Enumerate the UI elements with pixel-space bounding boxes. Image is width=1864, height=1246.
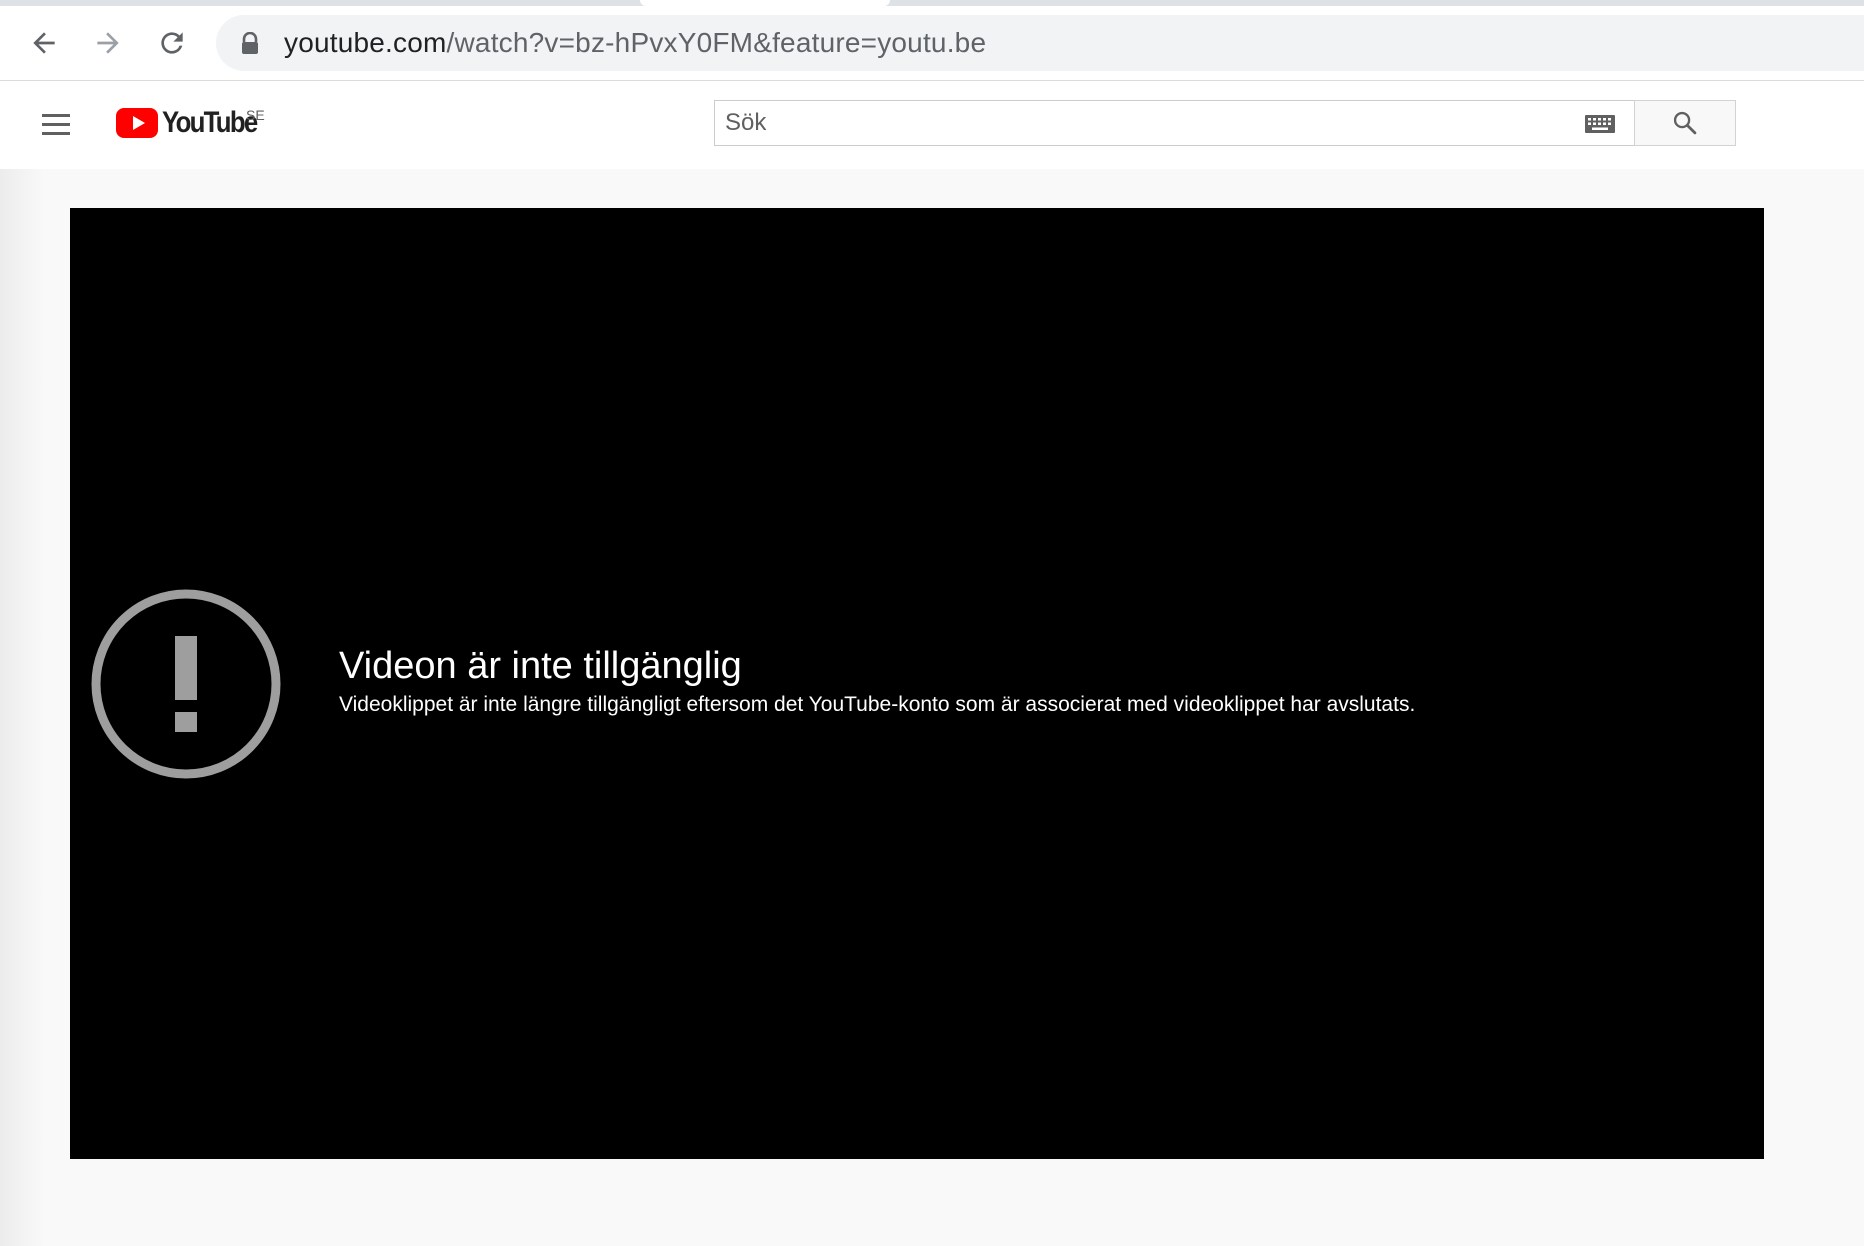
lock-icon — [242, 32, 258, 54]
forward-button[interactable] — [88, 23, 128, 63]
logo-text: YouTube — [162, 106, 258, 139]
url-path: /watch?v=bz-hPvxY0FM&feature=youtu.be — [446, 27, 987, 58]
search-icon — [1673, 111, 1697, 135]
reload-button[interactable] — [152, 23, 192, 63]
error-message: Videoklippet är inte längre tillgängligt… — [339, 693, 1416, 716]
error-title: Videon är inte tillgänglig — [339, 645, 742, 687]
exclamation-circle-icon — [91, 589, 281, 779]
youtube-header: YouTube SE — [0, 81, 1864, 169]
search-button[interactable] — [1634, 100, 1736, 146]
page-left-edge — [0, 169, 44, 1246]
arrow-left-icon — [33, 32, 55, 54]
menu-icon-bar — [42, 114, 70, 117]
country-code: SE — [246, 107, 265, 123]
url-text[interactable]: youtube.com/watch?v=bz-hPvxY0FM&feature=… — [284, 28, 986, 58]
back-button[interactable] — [24, 23, 64, 63]
guide-menu-button[interactable] — [38, 107, 74, 143]
video-player[interactable]: Videon är inte tillgänglig Videoklippet … — [70, 208, 1764, 1159]
youtube-play-icon — [116, 108, 158, 138]
keyboard-icon[interactable] — [1585, 115, 1615, 133]
search-input[interactable] — [725, 105, 1565, 141]
menu-icon-bar — [42, 132, 70, 135]
reload-icon — [161, 32, 183, 54]
browser-toolbar: youtube.com/watch?v=bz-hPvxY0FM&feature=… — [0, 6, 1864, 81]
arrow-right-icon — [97, 32, 119, 54]
url-domain: youtube.com — [284, 27, 447, 58]
address-bar[interactable]: youtube.com/watch?v=bz-hPvxY0FM&feature=… — [216, 15, 1864, 71]
search-box[interactable] — [714, 100, 1634, 146]
menu-icon-bar — [42, 123, 70, 126]
